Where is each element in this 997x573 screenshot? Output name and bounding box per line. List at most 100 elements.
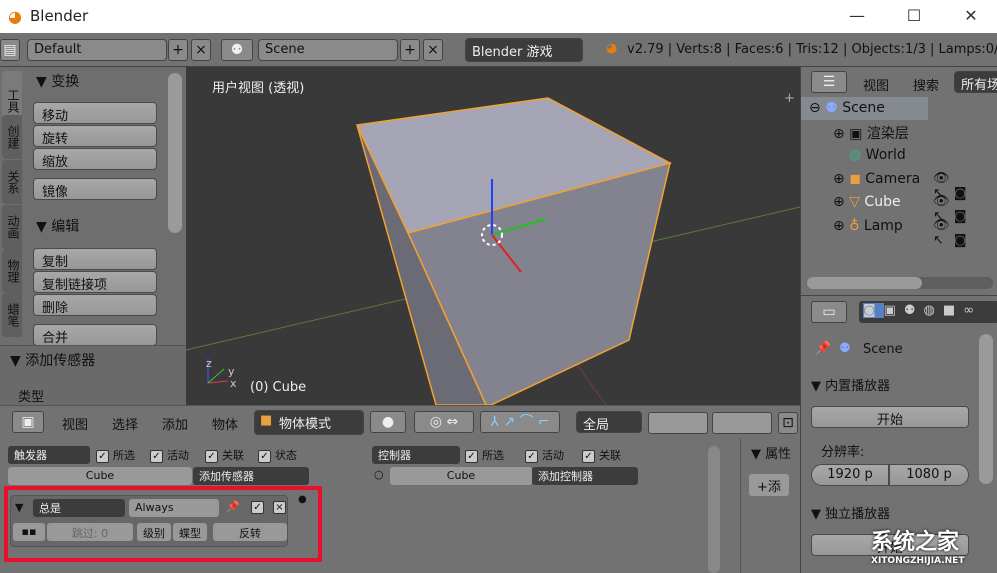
sensor-enable-checkbox[interactable]: ✓ xyxy=(251,501,264,514)
properties-context-tabs[interactable]: ◙▣⚉◍■∞ xyxy=(859,301,997,323)
start-embedded-button[interactable]: 开始 xyxy=(811,406,969,428)
panel-transform-header[interactable]: ▼ 变换 xyxy=(36,71,79,91)
screen-layout-icon[interactable]: ▤ xyxy=(0,39,20,61)
standalone-player-header[interactable]: ▼ 独立播放器 xyxy=(811,503,890,522)
add-scene-button[interactable]: + xyxy=(400,39,420,61)
scene-field[interactable]: Scene xyxy=(258,39,398,61)
logic-properties-panel: ▼ 属性 +添 xyxy=(740,438,800,573)
embedded-player-header[interactable]: ▼ 内置播放器 xyxy=(811,375,890,394)
sensor-remove-button[interactable]: × xyxy=(273,501,286,514)
sensor-check-link[interactable]: ✓ 关联 xyxy=(205,447,244,463)
outliner-editor-icon[interactable]: ☰ xyxy=(811,71,847,93)
sensor-check-selected[interactable]: ✓ 所选 xyxy=(96,447,135,463)
manipulator-toggles[interactable]: ⅄ ↗ ⌒ ⌐ xyxy=(480,411,560,433)
blender-logo-icon: ◕ xyxy=(8,7,22,26)
tab-animation[interactable]: 动画 xyxy=(2,205,22,249)
add-layout-button[interactable]: + xyxy=(168,39,188,61)
rotate-button[interactable]: 旋转 xyxy=(33,125,157,147)
logic-scrollbar[interactable] xyxy=(708,446,720,573)
controller-check-active[interactable]: ✓ 活动 xyxy=(525,447,564,463)
collapse-icon[interactable]: ▼ xyxy=(15,501,23,514)
outliner-item-camera[interactable]: ⊕ ◼ Camera xyxy=(833,171,920,194)
sensor-object-label[interactable]: Cube xyxy=(8,467,192,485)
controller-filter-dropdown[interactable]: 控制器 xyxy=(372,446,460,464)
skip-field[interactable]: 跳过: 0 xyxy=(47,523,133,541)
add-controller-dropdown[interactable]: 添加控制器 xyxy=(532,467,638,485)
outliner-filter-dropdown[interactable]: 所有场 xyxy=(954,71,997,93)
outliner-hscroll[interactable] xyxy=(807,277,993,289)
3d-viewport[interactable]: 用户视图 (透视) z y x (0) Cube + xyxy=(186,67,800,405)
shading-dropdown[interactable]: ● xyxy=(370,411,406,433)
outliner-menu-view[interactable]: 视图 xyxy=(863,75,889,94)
tool-scrollbar[interactable] xyxy=(168,73,182,233)
properties-header[interactable]: ▼ 属性 xyxy=(751,443,791,462)
layer-buttons[interactable] xyxy=(648,412,708,434)
add-sensor-dropdown[interactable]: 添加传感器 xyxy=(193,467,309,485)
controller-check-selected[interactable]: ✓ 所选 xyxy=(465,447,504,463)
controller-check-link[interactable]: ✓ 关联 xyxy=(582,447,621,463)
properties-editor-icon[interactable]: ▭ xyxy=(811,301,847,323)
menu-object[interactable]: 物体 xyxy=(212,414,238,433)
panel-add-sensor-header[interactable]: ▼ 添加传感器 xyxy=(10,350,95,370)
outliner-item-renderlayers[interactable]: ⊕ ▣ 渲染层 xyxy=(833,123,909,146)
tab-physics[interactable]: 物理 xyxy=(2,249,22,293)
expand-icon[interactable]: + xyxy=(784,91,795,106)
scene-icon[interactable]: ⚉ xyxy=(221,39,253,61)
pin-icon[interactable]: 📌 xyxy=(226,500,240,513)
mirror-button[interactable]: 镜像 xyxy=(33,178,157,200)
close-button[interactable]: ✕ xyxy=(956,6,986,25)
duplicate-linked-button[interactable]: 复制链接项 xyxy=(33,271,157,293)
tab-relations[interactable]: 关系 xyxy=(2,160,22,204)
properties-scrollbar[interactable] xyxy=(979,334,993,484)
sensor-type-dropdown[interactable]: 总是 xyxy=(33,499,125,517)
lock-layers-icon[interactable]: ⊡ xyxy=(778,412,798,434)
outliner-menu-search[interactable]: 搜索 xyxy=(913,75,939,94)
menu-add[interactable]: 添加 xyxy=(162,414,188,433)
resolution-width-field[interactable]: 1920 p xyxy=(811,464,889,486)
pivot-dropdown[interactable]: ◎ ⇔ xyxy=(414,411,474,433)
outliner-item-lamp[interactable]: ⊕ ♁ Lamp xyxy=(833,218,903,241)
pin-icon[interactable]: 📌 xyxy=(815,341,831,356)
controller-socket[interactable]: ○ xyxy=(374,468,384,481)
layer-buttons-2[interactable] xyxy=(712,412,772,434)
menu-select[interactable]: 选择 xyxy=(112,414,138,433)
duplicate-button[interactable]: 复制 xyxy=(33,248,157,270)
menu-view[interactable]: 视图 xyxy=(62,414,88,433)
resolution-label: 分辨率: xyxy=(821,445,865,460)
delete-layout-button[interactable]: × xyxy=(191,39,211,61)
lamp-visibility-icons[interactable]: 👁↖◙ xyxy=(933,218,997,248)
skip-value: 0 xyxy=(101,527,109,540)
move-button[interactable]: 移动 xyxy=(33,102,157,124)
editor-type-icon[interactable]: ▣ xyxy=(12,411,44,433)
delete-button[interactable]: 删除 xyxy=(33,294,157,316)
minimize-button[interactable]: — xyxy=(842,6,872,25)
check-label: 所选 xyxy=(113,449,135,462)
add-property-button[interactable]: +添 xyxy=(749,474,789,496)
level-button[interactable]: 级别 xyxy=(137,523,171,541)
controller-object-label[interactable]: Cube xyxy=(390,467,532,485)
outliner-item-world[interactable]: ◍ World xyxy=(849,147,906,170)
sensor-name-field[interactable]: Always xyxy=(129,499,219,517)
join-button[interactable]: 合并 xyxy=(33,324,157,346)
pulse-toggles[interactable]: ▪▪ xyxy=(13,523,45,541)
layout-field[interactable]: Default xyxy=(27,39,167,61)
sensor-link-socket[interactable]: ● xyxy=(298,494,307,505)
resolution-height-field[interactable]: 1080 p xyxy=(889,464,969,486)
tap-button[interactable]: 蝶型 xyxy=(173,523,207,541)
sensor-filter-dropdown[interactable]: 触发器 xyxy=(8,446,90,464)
panel-edit-header[interactable]: ▼ 编辑 xyxy=(36,216,79,236)
properties-editor: ▭ ◙▣⚉◍■∞ 📌 ⚉ Scene ▼ 内置播放器 开始 分辨率: 1920 … xyxy=(800,295,997,573)
tab-grease-pencil[interactable]: 蜡笔 xyxy=(2,293,22,337)
outliner-item-cube[interactable]: ⊕ ▽ Cube xyxy=(833,194,901,217)
invert-button[interactable]: 反转 xyxy=(213,523,287,541)
orientation-dropdown[interactable]: 全局 xyxy=(576,411,642,433)
delete-scene-button[interactable]: × xyxy=(423,39,443,61)
scale-button[interactable]: 缩放 xyxy=(33,148,157,170)
mode-dropdown[interactable]: ■ 物体模式 xyxy=(254,410,364,435)
maximize-button[interactable]: ☐ xyxy=(899,6,929,25)
sensor-check-state[interactable]: ✓ 状态 xyxy=(258,447,297,463)
render-engine-dropdown[interactable]: Blender 游戏 xyxy=(465,38,583,62)
tab-create[interactable]: 创建 xyxy=(2,115,22,159)
sensor-check-active[interactable]: ✓ 活动 xyxy=(150,447,189,463)
outliner-item-scene[interactable]: ⊖ ⚉ Scene xyxy=(809,100,885,123)
